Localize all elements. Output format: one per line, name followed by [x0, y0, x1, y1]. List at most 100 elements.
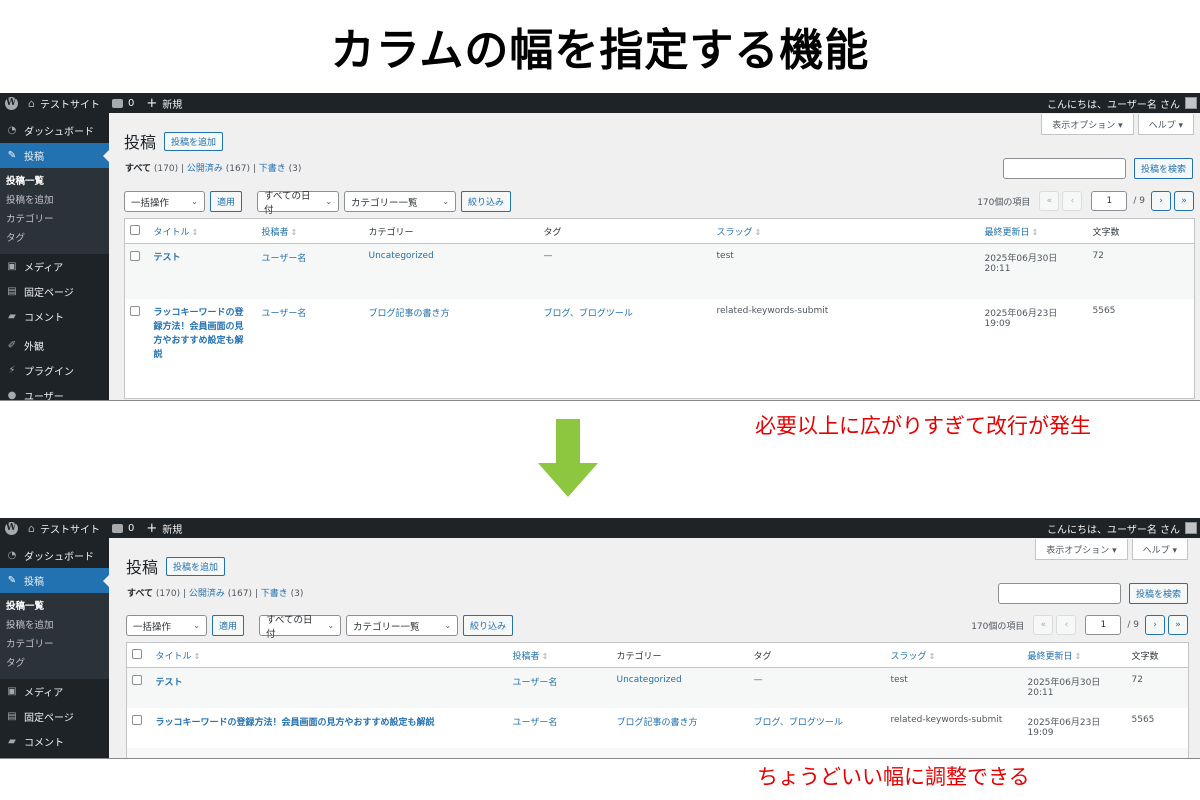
menu-media[interactable]: ▣ メディア — [0, 254, 109, 279]
current-page-input[interactable]: 1 — [1085, 615, 1122, 635]
menu-posts[interactable]: ✎ 投稿 — [0, 568, 109, 593]
menu-plugins[interactable]: ⚡ プラグイン — [0, 358, 109, 383]
filter-button[interactable]: 絞り込み — [461, 191, 512, 212]
sort-icon: ⇕ — [193, 651, 201, 661]
apply-button[interactable]: 適用 — [212, 615, 245, 636]
submenu-add-post[interactable]: 投稿を追加 — [0, 616, 109, 635]
post-category-link[interactable]: Uncategorized — [611, 667, 749, 708]
screen-options-tab[interactable]: 表示オプション ▾ — [1035, 539, 1128, 560]
bulk-action-select[interactable]: 一括操作 ⌄ — [126, 615, 207, 636]
submenu-all-posts[interactable]: 投稿一覧 — [0, 597, 109, 616]
search-input[interactable] — [997, 583, 1121, 604]
post-tags-link[interactable]: ブログ、ブログツール — [539, 299, 712, 399]
submenu-add-post[interactable]: 投稿を追加 — [0, 191, 109, 210]
view-all-link[interactable]: すべて — [125, 164, 151, 174]
avatar — [1185, 522, 1197, 534]
add-new-post-button[interactable]: 投稿を追加 — [166, 556, 226, 576]
menu-media[interactable]: ▣ メディア — [0, 679, 109, 704]
category-filter-select[interactable]: カテゴリー一覧 ⌄ — [344, 191, 457, 212]
wordpress-logo-button[interactable]: W — [0, 518, 22, 538]
column-slug[interactable]: スラッグ ⇕ — [711, 218, 980, 244]
view-all-link[interactable]: すべて — [127, 589, 153, 599]
column-slug[interactable]: スラッグ ⇕ — [885, 642, 1023, 668]
help-tab[interactable]: ヘルプ ▾ — [1137, 114, 1194, 135]
post-category-link[interactable]: ブログ記事の書き方 — [364, 299, 539, 399]
site-name-link[interactable]: ⌂ テストサイト — [22, 518, 106, 538]
view-drafts-link[interactable]: 下書き — [259, 164, 286, 174]
column-modified[interactable]: 最終更新日 ⇕ — [1022, 642, 1127, 668]
column-author[interactable]: 投稿者 ⇕ — [507, 642, 612, 668]
select-all-checkbox[interactable] — [132, 648, 142, 659]
row-checkbox[interactable] — [130, 251, 140, 261]
post-author-link[interactable]: ユーザー名 — [257, 299, 364, 399]
next-page-button[interactable]: › — [1151, 191, 1171, 211]
submenu-categories[interactable]: カテゴリー — [0, 210, 109, 229]
post-title-link[interactable]: テスト — [148, 243, 257, 299]
table-row: ラッコキーワードの登録方法！会員画面の見方やおすすめ設定も解説 ユーザー名 ブロ… — [127, 708, 1189, 748]
column-title[interactable]: タイトル ⇕ — [150, 642, 508, 668]
screen-options-tab[interactable]: 表示オプション ▾ — [1041, 114, 1134, 135]
current-page-input[interactable]: 1 — [1091, 191, 1128, 211]
submenu-tags[interactable]: タグ — [0, 229, 109, 248]
category-filter-select[interactable]: カテゴリー一覧 ⌄ — [346, 615, 459, 636]
menu-comments[interactable]: ▰ コメント — [0, 304, 109, 329]
account-menu[interactable]: こんにちは、ユーザー名 さん — [1041, 518, 1200, 538]
post-author-link[interactable]: ユーザー名 — [507, 667, 612, 708]
menu-dashboard[interactable]: ◔ ダッシュボード — [0, 118, 109, 143]
new-content-link[interactable]: + 新規 — [140, 93, 188, 113]
next-page-button[interactable]: › — [1145, 615, 1165, 635]
post-author-link[interactable]: ユーザー名 — [256, 243, 364, 299]
row-checkbox[interactable] — [130, 305, 140, 316]
comments-link[interactable]: 0 — [106, 518, 140, 538]
comments-link[interactable]: 0 — [106, 93, 140, 113]
page-title-text: 投稿 — [124, 133, 157, 152]
submenu-all-posts[interactable]: 投稿一覧 — [0, 172, 109, 191]
items-count: 170個の項目 — [971, 621, 1025, 632]
select-all-checkbox[interactable] — [130, 224, 140, 235]
posts-table: タイトル ⇕ 投稿者 ⇕ カテゴリー タグ スラッグ ⇕ 最終更新日 ⇕ 文字数 テスト… — [126, 642, 1189, 758]
site-name-link[interactable]: ⌂ テストサイト — [22, 93, 106, 113]
menu-pages[interactable]: ▤ 固定ページ — [0, 704, 109, 729]
column-author[interactable]: 投稿者 ⇕ — [256, 218, 364, 244]
view-drafts-link[interactable]: 下書き — [261, 589, 288, 599]
posts-table: タイトル ⇕ 投稿者 ⇕ カテゴリー タグ スラッグ ⇕ 最終更新日 ⇕ 文字数 テスト… — [124, 218, 1195, 399]
menu-comments[interactable]: ▰ コメント — [0, 729, 109, 754]
account-menu[interactable]: こんにちは、ユーザー名 さん — [1041, 93, 1200, 113]
last-page-button[interactable]: » — [1168, 615, 1188, 635]
apply-button[interactable]: 適用 — [210, 191, 243, 212]
bulk-action-select[interactable]: 一括操作 ⌄ — [124, 191, 205, 212]
date-filter-select[interactable]: すべての日付 ⌄ — [259, 615, 342, 640]
help-tab[interactable]: ヘルプ ▾ — [1131, 539, 1188, 560]
post-title-link[interactable]: ラッコキーワードの登録方法！会員画面の見方やおすすめ設定も解説 — [149, 299, 257, 399]
submenu-tags[interactable]: タグ — [0, 654, 109, 673]
post-category-link[interactable]: ブログ記事の書き方 — [612, 708, 749, 748]
column-tags: タグ — [538, 218, 712, 244]
wordpress-logo-button[interactable]: W — [0, 93, 22, 113]
post-author-link[interactable]: ユーザー名 — [508, 708, 612, 748]
row-checkbox[interactable] — [132, 714, 142, 725]
post-title-link[interactable]: ラッコキーワードの登録方法！会員画面の見方やおすすめ設定も解説 — [151, 708, 508, 748]
post-category-link[interactable]: Uncategorized — [363, 243, 539, 299]
view-published-link[interactable]: 公開済み — [187, 164, 223, 174]
search-input[interactable] — [1002, 158, 1126, 179]
new-content-link[interactable]: + 新規 — [140, 518, 188, 538]
menu-posts[interactable]: ✎ 投稿 — [0, 143, 109, 168]
filter-button[interactable]: 絞り込み — [463, 615, 514, 636]
column-title[interactable]: タイトル ⇕ — [148, 218, 257, 244]
search-posts-button[interactable]: 投稿を検索 — [1133, 158, 1193, 179]
menu-users[interactable]: ● ユーザー — [0, 383, 109, 400]
menu-appearance[interactable]: ✐ 外観 — [0, 333, 109, 358]
menu-dashboard[interactable]: ◔ ダッシュボード — [0, 543, 109, 568]
post-slug: related-keywords-submit — [716, 305, 829, 316]
add-new-post-button[interactable]: 投稿を追加 — [164, 131, 224, 151]
post-title-link[interactable]: テスト — [150, 667, 508, 708]
submenu-categories[interactable]: カテゴリー — [0, 635, 109, 654]
date-filter-select[interactable]: すべての日付 ⌄ — [257, 191, 340, 216]
view-published-link[interactable]: 公開済み — [189, 589, 225, 599]
search-posts-button[interactable]: 投稿を検索 — [1128, 583, 1188, 604]
post-tags-link[interactable]: ブログ、ブログツール — [749, 708, 886, 748]
row-checkbox[interactable] — [132, 675, 142, 685]
column-modified[interactable]: 最終更新日 ⇕ — [979, 218, 1088, 244]
menu-pages[interactable]: ▤ 固定ページ — [0, 279, 109, 304]
last-page-button[interactable]: » — [1174, 191, 1194, 211]
